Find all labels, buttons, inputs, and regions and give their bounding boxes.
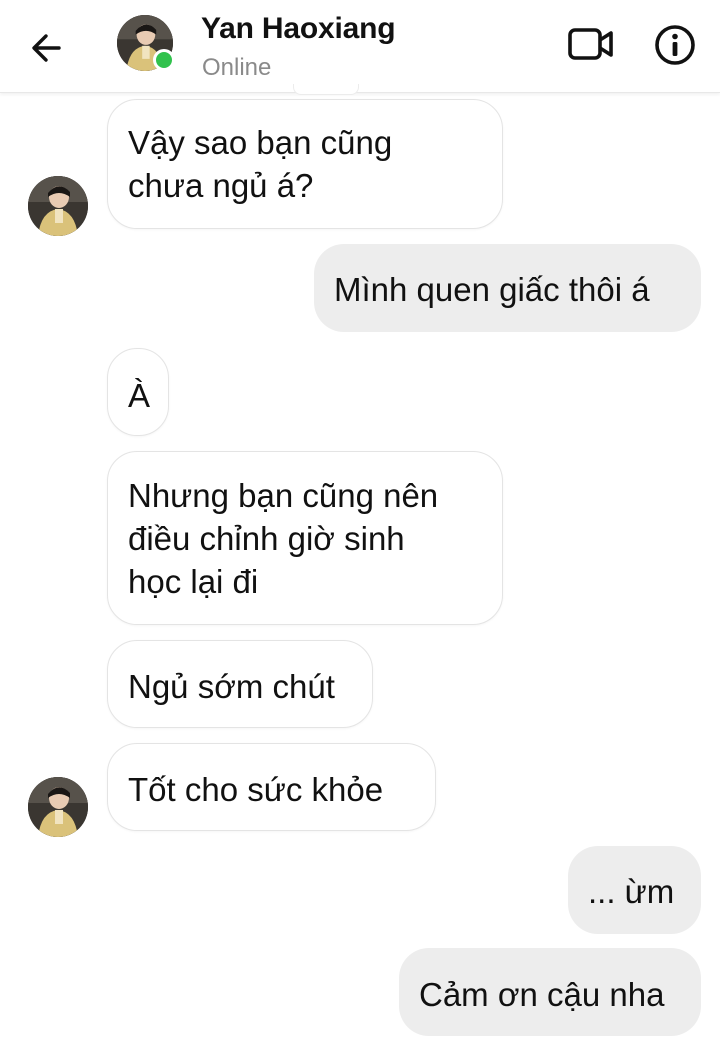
scroll-indicator	[293, 84, 359, 95]
avatar-photo-icon	[28, 176, 88, 236]
chat-header: Yan Haoxiang Online	[0, 0, 720, 93]
message-thread: Vậy sao bạn cũng chưa ngủ á? Mình quen g…	[0, 0, 720, 1052]
sender-avatar[interactable]	[28, 777, 88, 837]
back-button[interactable]	[22, 24, 70, 72]
message-bubble-incoming[interactable]: Vậy sao bạn cũng chưa ngủ á?	[107, 99, 503, 229]
message-line: Ngủ sớm chút	[128, 668, 335, 705]
info-icon	[655, 25, 695, 65]
sender-avatar[interactable]	[28, 176, 88, 236]
message-line: học lại đi	[128, 563, 259, 600]
message-bubble-incoming[interactable]: Ngủ sớm chút	[107, 640, 373, 728]
online-status-dot	[153, 49, 175, 71]
info-button[interactable]	[652, 22, 698, 68]
video-call-button[interactable]	[566, 24, 616, 64]
message-bubble-outgoing[interactable]: Mình quen giấc thôi á	[314, 244, 701, 332]
contact-name[interactable]: Yan Haoxiang	[201, 12, 396, 46]
message-line: ... ừm	[588, 873, 675, 910]
message-line: Tốt cho sức khỏe	[128, 771, 384, 808]
message-line: Vậy sao bạn cũng	[128, 124, 393, 161]
message-line: À	[128, 377, 151, 414]
video-camera-icon	[568, 28, 613, 60]
contact-status: Online	[202, 54, 272, 81]
message-bubble-incoming[interactable]: Nhưng bạn cũng nên điều chỉnh giờ sinh h…	[107, 451, 503, 625]
message-line: chưa ngủ á?	[128, 167, 314, 204]
message-line: điều chỉnh giờ sinh	[128, 520, 405, 557]
message-bubble-incoming[interactable]: Tốt cho sức khỏe	[107, 743, 436, 831]
contact-avatar[interactable]	[117, 15, 175, 71]
message-line: Mình quen giấc thôi á	[334, 271, 650, 308]
message-bubble-outgoing[interactable]: Cảm ơn cậu nha	[399, 948, 701, 1036]
message-line: Cảm ơn cậu nha	[419, 976, 665, 1013]
avatar-photo-icon	[28, 777, 88, 837]
arrow-left-icon	[32, 34, 61, 62]
message-bubble-outgoing[interactable]: ... ừm	[568, 846, 701, 934]
message-bubble-incoming[interactable]: À	[107, 348, 169, 436]
message-line: Nhưng bạn cũng nên	[128, 477, 439, 514]
